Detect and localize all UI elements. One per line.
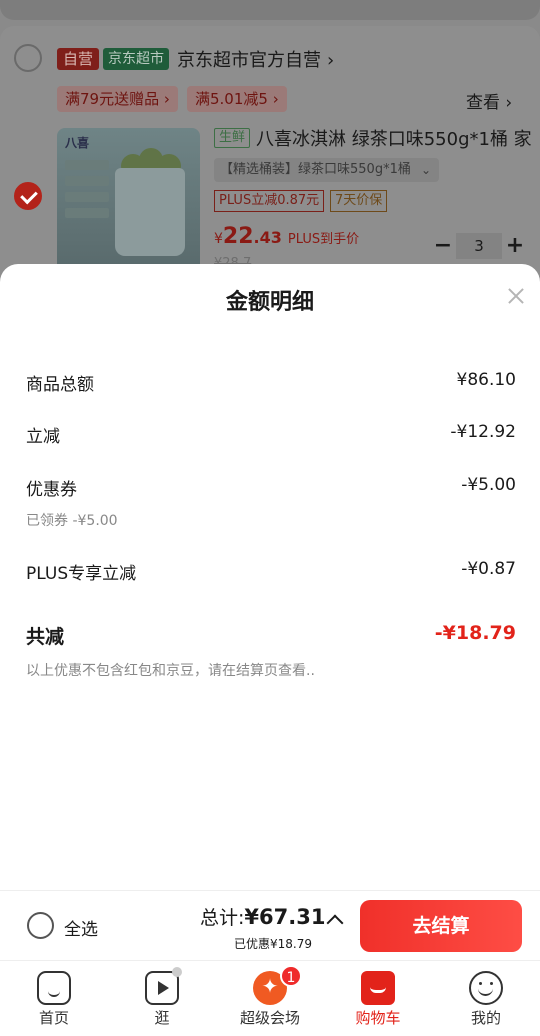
total-line: 总计:¥67.31 [200,903,325,930]
chevron-up-icon[interactable] [326,914,344,932]
row-label: 优惠券 [26,480,77,500]
product-image-text [65,160,109,224]
row-label: PLUS专享立减 [26,564,137,584]
store-name: 京东超市官方自营 [177,50,321,71]
promo-discount-label: 满5.01减5 [195,90,268,108]
ice-cream-tub [115,168,185,256]
sheet-title: 金额明细 [225,290,314,315]
select-all-label[interactable]: 全选 [64,915,98,940]
chevron-down-icon: ⌄ [420,163,431,177]
view-label: 查看 [466,93,500,113]
promo-gift[interactable]: 满79元送赠品 › [57,86,178,112]
quantity-value[interactable]: 3 [456,233,502,259]
tab-label: 首页 [38,1009,69,1027]
amount-detail-sheet: 金额明细 商品总额 ¥86.10 立减 -¥12.92 优惠券 -¥5.00 已… [0,264,540,890]
fresh-tag: 生鲜 [214,128,251,148]
store-select-radio[interactable] [14,44,42,72]
tab-label: 我的 [470,1009,501,1027]
chevron-right-icon: › [327,50,335,71]
checkout-bar: 全选 总计:¥67.31 已优惠¥18.79 去结算 [0,890,540,960]
product-image-brand: 八喜 [65,136,90,150]
product-title[interactable]: 八喜冰淇淋 绿茶口味550g*1桶 家 [256,125,540,151]
cart-icon [361,971,395,1005]
saved-amount: 已优惠¥18.79 [234,937,312,951]
row-plus-discount: PLUS专享立减 -¥0.87 [26,559,516,587]
checkout-button[interactable]: 去结算 [360,900,522,952]
price-decimal: .43 [253,228,282,247]
supermarket-tag: 京东超市 [103,48,169,70]
row-value: -¥0.87 [461,559,516,579]
increase-button[interactable]: + [504,233,526,259]
store-name-link[interactable]: 京东超市官方自营 › [177,46,334,72]
tab-label: 购物车 [355,1009,401,1027]
quantity-stepper: − 3 + [432,233,526,259]
price-guarantee-tag: 7天价保 [330,190,388,212]
row-value: ¥86.10 [456,370,516,390]
price-integer: 22 [222,224,254,249]
plus-discount-tag: PLUS立减0.87元 [214,190,325,212]
total-discount-value: -¥18.79 [434,622,516,644]
select-all-radio[interactable] [27,912,54,939]
coupon-note: 已领券 -¥5.00 [26,513,118,529]
previous-card [0,0,540,20]
view-promo-link[interactable]: 查看 › [466,88,512,113]
tab-label: 超级会场 [239,1009,300,1027]
row-subtotal: 商品总额 ¥86.10 [26,370,516,398]
variant-label: 【精选桶装】绿茶口味550g*1桶 [220,162,411,177]
close-icon[interactable] [506,286,526,306]
row-total-discount: 共减 -¥18.79 [26,622,516,650]
promo-discount[interactable]: 满5.01减5 › [187,86,287,112]
row-value: -¥12.92 [450,422,516,442]
row-label: 立减 [26,427,60,447]
home-icon [37,971,71,1005]
total-prefix: 总计: [200,907,245,929]
tab-super-venue[interactable]: 1 超级会场 [216,961,324,1036]
tab-cart[interactable]: 购物车 [324,961,432,1036]
variant-selector[interactable]: 【精选桶装】绿茶口味550g*1桶 ⌄ [214,158,439,182]
notification-badge: 1 [280,965,302,987]
tab-label: 逛 [154,1009,170,1027]
product-image[interactable]: 八喜 [57,128,200,276]
tab-browse[interactable]: 逛 [108,961,216,1036]
product-price: ¥22.43 PLUS到手价 [214,224,359,249]
notification-dot [172,967,182,977]
price-symbol: ¥ [214,231,223,247]
total-discount-label: 共减 [26,626,65,648]
bottom-tab-bar: 首页 逛 1 超级会场 购物车 我的 [0,960,540,1036]
total-amount: ¥67.31 [244,905,326,929]
promo-gift-label: 满79元送赠品 [65,90,160,108]
cart-background: 自营 京东超市 京东超市官方自营 › 满79元送赠品 › 满5.01减5 › 查看… [0,0,540,286]
row-coupon: 优惠券 -¥5.00 [26,475,516,503]
tab-home[interactable]: 首页 [0,961,108,1036]
smile-icon [469,971,503,1005]
discount-footnote: 以上优惠不包含红包和京豆，请在结算页查看.. [26,663,315,679]
row-label: 商品总额 [26,375,94,395]
decrease-button[interactable]: − [432,233,454,259]
price-suffix: PLUS到手价 [287,232,360,247]
product-select-radio[interactable] [14,182,42,210]
tab-me[interactable]: 我的 [432,961,540,1036]
row-instant-discount: 立减 -¥12.92 [26,422,516,450]
self-operated-tag: 自营 [57,48,100,70]
row-value: -¥5.00 [461,475,516,495]
